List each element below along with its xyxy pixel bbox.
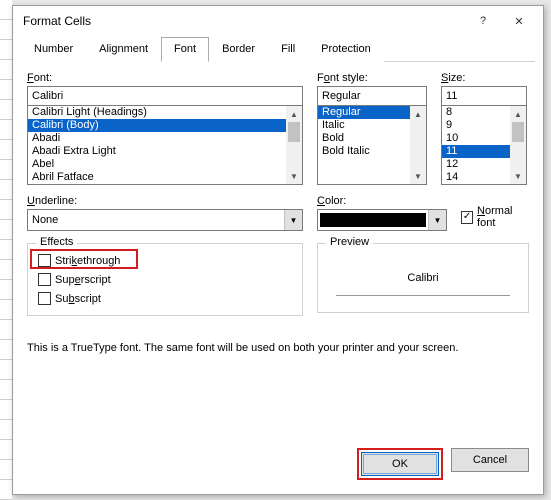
preview-baseline [336,295,510,296]
underline-label: Underline: [27,195,303,207]
ok-button[interactable]: OK [361,452,439,476]
effects-legend: Effects [36,236,77,248]
font-item[interactable]: Calibri (Body) [28,119,286,132]
font-style-item[interactable]: Bold Italic [318,145,410,158]
superscript-checkbox[interactable]: Superscript [38,273,292,286]
highlight-annotation: OK [357,448,443,480]
size-item[interactable]: 8 [442,106,510,119]
effects-groupbox: Effects Strikethrough Superscript Subscr… [27,243,303,316]
size-item[interactable]: 12 [442,158,510,171]
size-input[interactable] [441,86,527,106]
font-info-text: This is a TrueType font. The same font w… [27,342,529,354]
preview-area: Calibri [328,254,518,302]
format-cells-dialog: Format Cells ? ✕ Number Alignment Font B… [12,5,544,495]
normal-font-label: Normal font [477,205,529,229]
close-button[interactable]: ✕ [501,8,537,34]
chevron-down-icon[interactable]: ▼ [428,210,446,230]
tab-number[interactable]: Number [21,37,86,62]
superscript-label: Superscript [55,274,111,286]
scroll-up-icon[interactable]: ▲ [286,106,302,122]
scroll-down-icon[interactable]: ▼ [286,168,302,184]
font-style-scrollbar[interactable]: ▲ ▼ [410,106,426,184]
font-item[interactable]: Abel [28,158,286,171]
titlebar: Format Cells ? ✕ [13,6,543,36]
cancel-button[interactable]: Cancel [451,448,529,472]
chevron-down-icon[interactable]: ▼ [284,210,302,230]
scroll-thumb[interactable] [288,122,300,142]
size-item[interactable]: 14 [442,171,510,184]
font-input[interactable] [27,86,303,106]
font-style-item[interactable]: Italic [318,119,410,132]
size-scrollbar[interactable]: ▲ ▼ [510,106,526,184]
subscript-checkbox[interactable]: Subscript [38,292,292,305]
font-listbox[interactable]: Calibri Light (Headings) Calibri (Body) … [27,105,303,185]
tab-content: Font: Calibri Light (Headings) Calibri (… [13,62,543,438]
normal-font-checkbox[interactable]: Normal font [461,205,529,229]
size-listbox[interactable]: 8 9 10 11 12 14 ▲ ▼ [441,105,527,185]
scroll-down-icon[interactable]: ▼ [410,168,426,184]
dialog-buttons: OK Cancel [13,438,543,494]
scroll-up-icon[interactable]: ▲ [510,106,526,122]
underline-value: None [28,214,284,226]
color-label: Color: [317,195,447,207]
font-label: Font: [27,72,303,84]
preview-legend: Preview [326,236,373,248]
font-item[interactable]: Calibri Light (Headings) [28,106,286,119]
dialog-title: Format Cells [23,14,465,28]
size-item[interactable]: 10 [442,132,510,145]
checkbox-icon [38,254,51,267]
preview-groupbox: Preview Calibri [317,243,529,313]
checkbox-icon [38,273,51,286]
font-item[interactable]: Abril Fatface [28,171,286,184]
font-style-label: Font style: [317,72,427,84]
tab-border[interactable]: Border [209,37,268,62]
preview-sample: Calibri [407,272,438,284]
size-item[interactable]: 9 [442,119,510,132]
tab-strip: Number Alignment Font Border Fill Protec… [21,36,535,62]
font-style-input[interactable] [317,86,427,106]
tab-font[interactable]: Font [161,37,209,62]
font-item[interactable]: Abadi Extra Light [28,145,286,158]
subscript-label: Subscript [55,293,101,305]
font-scrollbar[interactable]: ▲ ▼ [286,106,302,184]
color-swatch [320,213,426,227]
scroll-thumb[interactable] [512,122,524,142]
tab-fill[interactable]: Fill [268,37,308,62]
spreadsheet-background [0,0,12,500]
size-label: Size: [441,72,527,84]
color-dropdown[interactable]: ▼ [317,209,447,231]
font-item[interactable]: Abadi [28,132,286,145]
scroll-down-icon[interactable]: ▼ [510,168,526,184]
font-style-item[interactable]: Bold [318,132,410,145]
size-item[interactable]: 11 [442,145,510,158]
font-style-item[interactable]: Regular [318,106,410,119]
underline-dropdown[interactable]: None ▼ [27,209,303,231]
strikethrough-label: Strikethrough [55,255,120,267]
tab-protection[interactable]: Protection [308,37,384,62]
checkbox-icon [461,211,473,224]
scroll-up-icon[interactable]: ▲ [410,106,426,122]
tab-alignment[interactable]: Alignment [86,37,161,62]
strikethrough-checkbox[interactable]: Strikethrough [38,254,292,267]
font-style-listbox[interactable]: Regular Italic Bold Bold Italic ▲ ▼ [317,105,427,185]
help-button[interactable]: ? [465,8,501,34]
checkbox-icon [38,292,51,305]
